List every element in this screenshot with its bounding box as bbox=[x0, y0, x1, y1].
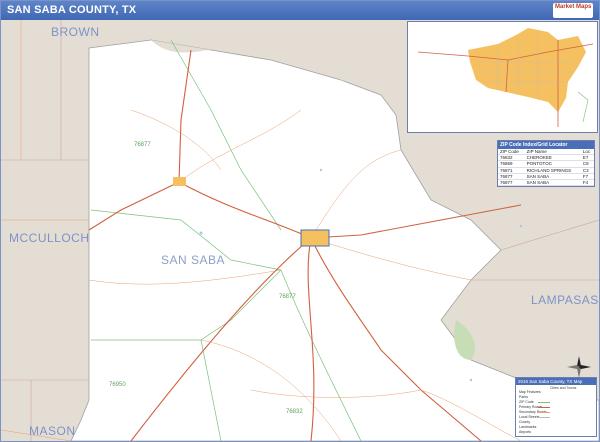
neighbor-label-mcculloch: MCCULLOCH bbox=[9, 231, 90, 245]
legend-row: Landmarks bbox=[519, 425, 537, 429]
zip-code-cell: 76877 bbox=[498, 179, 525, 187]
san-saba-town[interactable] bbox=[300, 229, 330, 247]
legend-row: County bbox=[519, 420, 531, 424]
zip-label: 76832 bbox=[286, 409, 303, 415]
legend-zip-swatch bbox=[538, 402, 550, 403]
neighbor-label-brown: BROWN bbox=[51, 25, 100, 39]
neighbor-label-mason: MASON bbox=[29, 424, 76, 438]
legend-subtitle: Cities and Towns bbox=[550, 386, 577, 390]
richland-springs-town[interactable] bbox=[173, 177, 186, 186]
legend-row: Airports bbox=[519, 430, 532, 434]
zip-name-cell: SAN SABA bbox=[524, 179, 581, 187]
zip-label: 76877 bbox=[279, 294, 296, 300]
inset-svg bbox=[408, 22, 597, 132]
county-label-san-saba: SAN SABA bbox=[161, 253, 226, 267]
legend-row: ZIP Code bbox=[519, 400, 534, 404]
title-bar: SAN SABA COUNTY, TX Market Maps bbox=[1, 1, 599, 20]
map-frame: SAN SABA COUNTY, TX Market Maps BROWN MC… bbox=[0, 0, 600, 442]
legend-row: Map Features bbox=[519, 390, 541, 394]
legend-row: Parks bbox=[519, 395, 528, 399]
zip-label: 76877 bbox=[134, 142, 151, 148]
neighbor-label-lampasas: LAMPASAS bbox=[531, 293, 599, 307]
zip-table-title: ZIP Code Index/Grid Locator bbox=[498, 141, 594, 149]
logo-text: Market Maps bbox=[555, 4, 592, 10]
zip-loc-cell: F4 bbox=[580, 179, 594, 187]
publisher-logo: Market Maps bbox=[553, 3, 593, 18]
zip-index-table: ZIP Code Index/Grid Locator ZIP Code ZIP… bbox=[497, 140, 595, 188]
zip-label: 76950 bbox=[109, 382, 126, 388]
map-legend: 2016 San Saba County, TX Map Cities and … bbox=[515, 377, 597, 437]
table-row: 76877 SAN SABA F4 bbox=[498, 179, 594, 187]
map-title: SAN SABA COUNTY, TX bbox=[7, 4, 137, 16]
legend-local-swatch bbox=[538, 417, 550, 418]
inset-map[interactable] bbox=[407, 21, 598, 133]
legend-primary-swatch bbox=[538, 407, 550, 408]
legend-title: 2016 San Saba County, TX Map bbox=[516, 378, 596, 385]
legend-row: Local Streets bbox=[519, 415, 540, 419]
legend-secondary-swatch bbox=[538, 412, 550, 413]
